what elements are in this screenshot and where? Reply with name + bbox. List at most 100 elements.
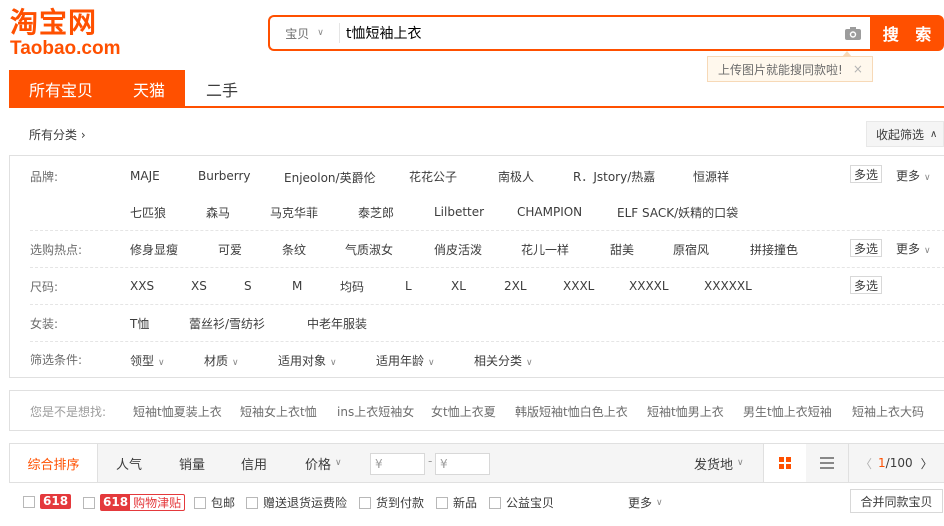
- chevron-left-icon[interactable]: 〈: [860, 455, 872, 472]
- hot-option[interactable]: 拼接撞色: [750, 241, 798, 258]
- filter-checkbox-row: 618 618 购物津贴 包邮 赠送退货运费险 货到付款 新品 公益宝贝 更多 ∨ …: [9, 483, 944, 519]
- hot-option[interactable]: 条纹: [282, 241, 306, 258]
- sort-popularity[interactable]: 人气: [116, 444, 142, 482]
- chevron-right-icon[interactable]: 〉: [921, 455, 933, 472]
- size-option[interactable]: XS: [191, 279, 207, 293]
- women-option[interactable]: 中老年服装: [307, 315, 367, 332]
- brand-option[interactable]: 森马: [206, 204, 230, 221]
- sort-price[interactable]: 价格 ∨: [305, 444, 342, 482]
- suggestion-link[interactable]: 短袖上衣大码: [852, 403, 924, 420]
- more-options-button[interactable]: 更多 ∨: [628, 494, 663, 511]
- checkbox-box[interactable]: [489, 496, 501, 509]
- condition-dropdown[interactable]: 材质 ∨: [204, 352, 239, 369]
- price-min-input[interactable]: ¥: [370, 453, 425, 475]
- size-option[interactable]: XXXXXL: [704, 279, 752, 293]
- grid-view-icon[interactable]: [764, 444, 806, 482]
- collapse-filter-button[interactable]: 收起筛选 ∧: [866, 121, 944, 147]
- badge-618: 618: [40, 494, 72, 509]
- search-input[interactable]: [340, 18, 836, 48]
- ship-from-dropdown[interactable]: 发货地 ∨: [694, 444, 744, 482]
- suggestion-link[interactable]: 短袖t恤夏装上衣: [133, 403, 222, 420]
- checkbox-new[interactable]: 新品: [436, 494, 477, 511]
- hot-option[interactable]: 甜美: [610, 241, 634, 258]
- brand-option[interactable]: MAJE: [130, 169, 160, 183]
- camera-icon[interactable]: [836, 17, 870, 49]
- size-option[interactable]: XXXL: [563, 279, 594, 293]
- checkbox-cod[interactable]: 货到付款: [359, 494, 424, 511]
- condition-dropdown[interactable]: 适用年龄 ∨: [376, 352, 435, 369]
- all-category-breadcrumb[interactable]: 所有分类 ›: [29, 126, 86, 143]
- size-option[interactable]: 2XL: [504, 279, 527, 293]
- size-option[interactable]: L: [405, 279, 412, 293]
- search-button[interactable]: 搜 索: [870, 15, 944, 51]
- suggestion-link[interactable]: 短袖t恤男上衣: [647, 403, 724, 420]
- brand-option[interactable]: 马克华菲: [270, 204, 318, 221]
- merge-same-button[interactable]: 合并同款宝贝: [850, 489, 943, 513]
- condition-dropdown[interactable]: 相关分类 ∨: [474, 352, 533, 369]
- women-option[interactable]: T恤: [130, 315, 149, 332]
- checkbox-box[interactable]: [83, 496, 95, 509]
- brand-option[interactable]: 泰芝郎: [358, 204, 394, 221]
- tab-second-hand[interactable]: 二手: [187, 70, 257, 108]
- hot-option[interactable]: 花儿一样: [521, 241, 569, 258]
- checkbox-box[interactable]: [23, 495, 35, 508]
- checkbox-box[interactable]: [359, 496, 371, 509]
- hot-option[interactable]: 气质淑女: [345, 241, 393, 258]
- brand-option[interactable]: Enjeolon/英爵伦: [284, 169, 376, 186]
- brand-option[interactable]: 南极人: [498, 168, 534, 185]
- filter-label: 选购热点:: [30, 243, 83, 257]
- sort-sales[interactable]: 销量: [179, 444, 205, 482]
- hot-option[interactable]: 原宿风: [673, 241, 709, 258]
- filter-row-conditions: 筛选条件: 领型 ∨ 材质 ∨ 适用对象 ∨ 适用年龄 ∨ 相关分类 ∨: [30, 342, 944, 379]
- size-option[interactable]: S: [244, 279, 252, 293]
- more-button[interactable]: 更多 ∨: [896, 167, 931, 184]
- checkbox-box[interactable]: [436, 496, 448, 509]
- multi-select-button[interactable]: 多选: [850, 276, 882, 294]
- chevron-down-icon: ∨: [924, 246, 931, 256]
- checkbox-free-shipping[interactable]: 包邮: [194, 494, 235, 511]
- brand-option[interactable]: ELF SACK/妖精的口袋: [617, 204, 738, 221]
- size-option[interactable]: XXXXL: [629, 279, 669, 293]
- hot-option[interactable]: 可爱: [218, 241, 242, 258]
- condition-dropdown[interactable]: 适用对象 ∨: [278, 352, 337, 369]
- checkbox-618[interactable]: 618: [23, 494, 72, 509]
- women-option[interactable]: 蕾丝衫/雪纺衫: [189, 315, 265, 332]
- sort-credit[interactable]: 信用: [241, 444, 267, 482]
- more-button[interactable]: 更多 ∨: [896, 240, 931, 257]
- brand-option[interactable]: Lilbetter: [434, 205, 484, 219]
- suggestion-link[interactable]: ins上衣短袖女: [337, 403, 414, 420]
- size-option[interactable]: XL: [451, 279, 466, 293]
- checkbox-618-allowance[interactable]: 618 购物津贴: [83, 494, 186, 511]
- multi-select-button[interactable]: 多选: [850, 165, 882, 183]
- brand-option[interactable]: R．Jstory/热嘉: [573, 168, 655, 185]
- brand-option[interactable]: Burberry: [198, 169, 251, 183]
- hot-option[interactable]: 俏皮活泼: [434, 241, 482, 258]
- suggestion-link[interactable]: 男生t恤上衣短袖: [743, 403, 832, 420]
- logo-en-text: Taobao.com: [10, 38, 121, 59]
- checkbox-box[interactable]: [194, 496, 206, 509]
- checkbox-box[interactable]: [246, 496, 258, 509]
- checkbox-return-insurance[interactable]: 赠送退货运费险: [246, 494, 347, 511]
- search-type-dropdown[interactable]: 宝贝 ∨: [270, 23, 340, 43]
- checkbox-charity[interactable]: 公益宝贝: [489, 494, 554, 511]
- brand-option[interactable]: 七匹狼: [130, 204, 166, 221]
- condition-dropdown[interactable]: 领型 ∨: [130, 352, 165, 369]
- tab-all[interactable]: 所有宝贝: [9, 70, 113, 108]
- suggestion-link[interactable]: 短袖女上衣t恤: [240, 403, 317, 420]
- ship-from-label: 发货地: [694, 457, 734, 473]
- size-option[interactable]: XXS: [130, 279, 154, 293]
- tab-tmall[interactable]: 天猫: [113, 70, 185, 108]
- multi-select-button[interactable]: 多选: [850, 239, 882, 257]
- size-option[interactable]: M: [292, 279, 302, 293]
- suggestion-link[interactable]: 韩版短袖t恤白色上衣: [515, 403, 628, 420]
- suggestion-link[interactable]: 女t恤上衣夏: [431, 403, 496, 420]
- price-max-input[interactable]: ¥: [435, 453, 490, 475]
- size-option[interactable]: 均码: [340, 278, 364, 295]
- taobao-logo[interactable]: 淘宝网 Taobao.com: [10, 8, 121, 60]
- brand-option[interactable]: CHAMPION: [517, 205, 582, 219]
- hot-option[interactable]: 修身显瘦: [130, 241, 178, 258]
- list-view-icon[interactable]: [807, 444, 847, 482]
- brand-option[interactable]: 恒源祥: [693, 168, 729, 185]
- sort-default[interactable]: 综合排序: [10, 444, 98, 482]
- brand-option[interactable]: 花花公子: [409, 168, 457, 185]
